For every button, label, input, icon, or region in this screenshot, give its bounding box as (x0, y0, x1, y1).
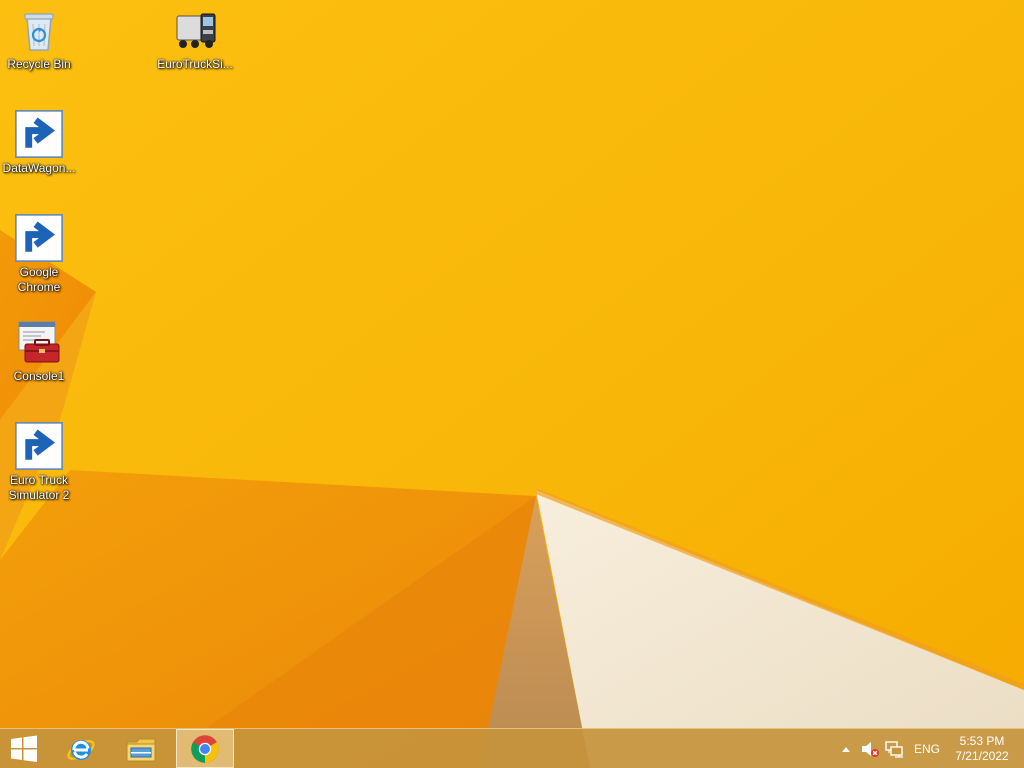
desktop-icon-google-chrome[interactable]: Google Chrome (1, 214, 77, 295)
desktop-icon-label: EuroTruckSi... (157, 57, 233, 71)
show-hidden-icons-button[interactable] (838, 729, 854, 768)
shortcut-arrow-icon (15, 110, 63, 158)
chrome-icon (191, 734, 219, 763)
desktop-icon-label: Euro Truck Simulator 2 (8, 473, 70, 502)
desktop-icon-datawagon[interactable]: DataWagon... (1, 110, 77, 176)
network-icon (885, 740, 903, 758)
truck-icon (171, 6, 219, 54)
clock-time: 5:53 PM (959, 733, 1005, 748)
shortcut-arrow-icon (15, 422, 63, 470)
taskbar-internet-explorer-button[interactable] (52, 729, 110, 768)
desktop-icon-label: Google Chrome (17, 265, 61, 294)
shortcut-arrow-icon (15, 214, 63, 262)
desktop-icon-label: DataWagon... (2, 161, 76, 175)
volume-button[interactable] (860, 729, 880, 768)
desktop-icon-euro-truck-simulator-2[interactable]: Euro Truck Simulator 2 (1, 422, 77, 503)
desktop-icon-label: Recycle Bin (7, 57, 71, 71)
toolbox-icon (15, 318, 63, 366)
start-button[interactable] (0, 729, 48, 768)
data-wagon-icon (15, 110, 63, 158)
desktop[interactable]: Recycle Bin EuroTruckSi... DataWagon... … (0, 0, 1024, 768)
internet-explorer-icon (67, 739, 95, 760)
taskbar-chrome-button[interactable] (176, 729, 234, 768)
file-explorer-icon (126, 738, 156, 761)
wallpaper (0, 0, 1024, 768)
desktop-icon-recycle-bin[interactable]: Recycle Bin (1, 6, 77, 72)
chrome-icon (15, 214, 63, 262)
language-indicator[interactable]: ENG (910, 729, 944, 768)
windows-logo-icon (11, 735, 37, 762)
truck-icon (15, 422, 63, 470)
speaker-muted-icon (862, 741, 879, 757)
recycle-bin-icon (15, 6, 63, 54)
desktop-icon-label: Console1 (13, 369, 65, 383)
network-button[interactable] (884, 729, 904, 768)
taskbar-file-explorer-button[interactable] (112, 729, 170, 768)
taskbar: ENG 5:53 PM 7/21/2022 (0, 728, 1024, 768)
chevron-up-icon (842, 746, 850, 752)
clock[interactable]: 5:53 PM 7/21/2022 (948, 729, 1016, 768)
desktop-icon-console1[interactable]: Console1 (1, 318, 77, 384)
desktop-icon-eurotrucksim[interactable]: EuroTruckSi... (157, 6, 233, 72)
clock-date: 7/21/2022 (955, 748, 1009, 763)
